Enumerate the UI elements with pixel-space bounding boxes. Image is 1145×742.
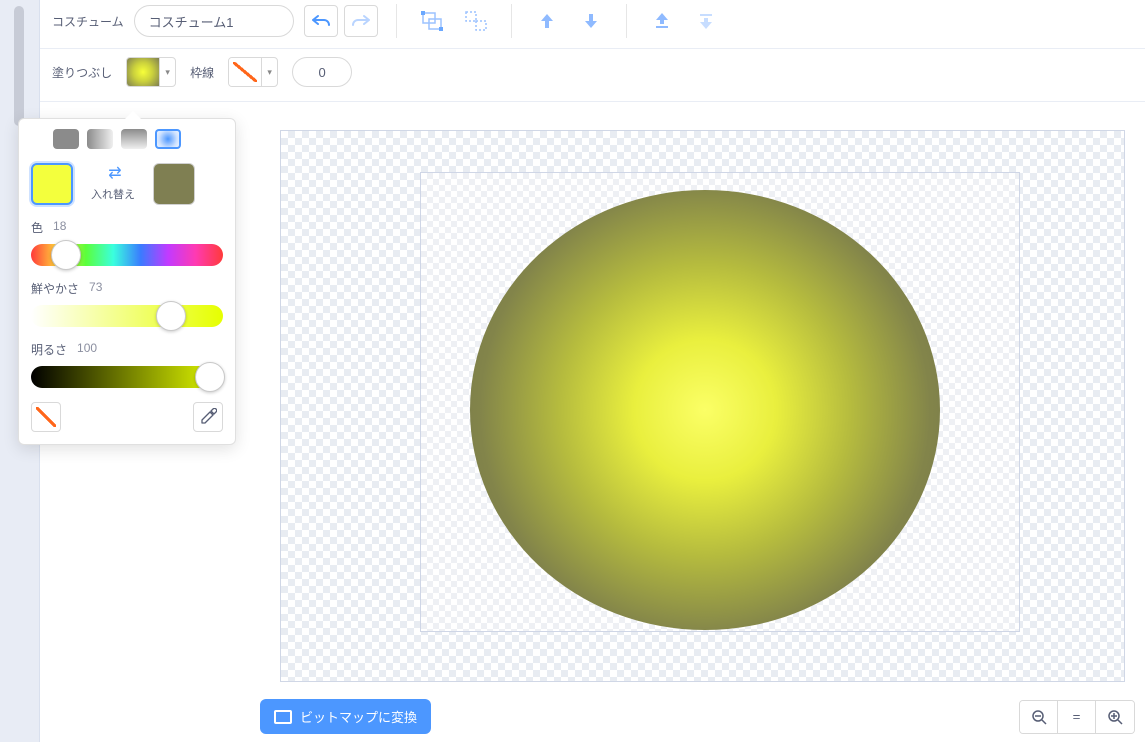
eyedropper-icon bbox=[199, 408, 217, 426]
divider bbox=[626, 4, 627, 38]
fill-mode-radial[interactable] bbox=[155, 129, 181, 149]
back-button[interactable] bbox=[689, 5, 723, 37]
redo-icon bbox=[352, 14, 370, 28]
fill-outline-row: 塗りつぶし ▾ 枠線 ▾ bbox=[40, 49, 1145, 102]
zoom-controls: = bbox=[1019, 700, 1135, 734]
swap-colors-button[interactable]: ⇄ 入れ替え bbox=[91, 166, 135, 202]
undo-button[interactable] bbox=[304, 5, 338, 37]
swap-icon: ⇄ bbox=[108, 166, 117, 182]
to-back-icon bbox=[698, 12, 714, 30]
equals-icon: = bbox=[1073, 709, 1081, 724]
saturation-slider[interactable] bbox=[31, 305, 223, 327]
stroke-width-input[interactable] bbox=[292, 57, 352, 87]
picker-footer bbox=[31, 402, 223, 432]
fill-label: 塗りつぶし bbox=[52, 64, 112, 81]
saturation-slider-block: 鮮やかさ 73 bbox=[31, 280, 223, 327]
redo-button[interactable] bbox=[344, 5, 378, 37]
ungroup-icon bbox=[465, 11, 487, 31]
hue-slider[interactable] bbox=[31, 244, 223, 266]
ungroup-button[interactable] bbox=[459, 5, 493, 37]
brightness-thumb[interactable] bbox=[195, 362, 225, 392]
fill-mode-horizontal[interactable] bbox=[87, 129, 113, 149]
hue-label: 色 bbox=[31, 219, 43, 236]
fill-color-button[interactable]: ▾ bbox=[126, 57, 176, 87]
outline-swatch bbox=[229, 58, 261, 86]
paint-toolbar: コスチューム bbox=[40, 0, 1145, 49]
gradient-color-b[interactable] bbox=[153, 163, 195, 205]
divider bbox=[511, 4, 512, 38]
divider bbox=[396, 4, 397, 38]
to-front-icon bbox=[654, 12, 670, 30]
canvas-footer: ビットマップに変換 = bbox=[260, 699, 1135, 734]
swap-label: 入れ替え bbox=[91, 186, 135, 202]
color-picker-popover: ⇄ 入れ替え 色 18 鮮やかさ 73 明るさ 100 bbox=[18, 118, 236, 445]
brightness-label: 明るさ bbox=[31, 341, 67, 358]
brightness-slider-block: 明るさ 100 bbox=[31, 341, 223, 388]
backward-button[interactable] bbox=[574, 5, 608, 37]
chevron-down-icon: ▾ bbox=[261, 58, 277, 86]
arrow-down-icon bbox=[584, 12, 598, 30]
gradient-mode-row bbox=[31, 129, 223, 149]
brightness-value: 100 bbox=[77, 341, 97, 358]
convert-bitmap-button[interactable]: ビットマップに変換 bbox=[260, 699, 431, 734]
convert-label: ビットマップに変換 bbox=[300, 707, 417, 726]
zoom-reset-button[interactable]: = bbox=[1058, 701, 1096, 733]
hue-thumb[interactable] bbox=[51, 240, 81, 270]
scrollbar[interactable] bbox=[14, 6, 24, 126]
outline-label: 枠線 bbox=[190, 64, 214, 81]
zoom-in-button[interactable] bbox=[1096, 701, 1134, 733]
saturation-thumb[interactable] bbox=[156, 301, 186, 331]
costume-label: コスチューム bbox=[52, 13, 124, 30]
no-color-button[interactable] bbox=[31, 402, 61, 432]
saturation-value: 73 bbox=[89, 280, 102, 297]
forward-button[interactable] bbox=[530, 5, 564, 37]
front-button[interactable] bbox=[645, 5, 679, 37]
drawn-circle[interactable] bbox=[470, 190, 940, 630]
gradient-color-a[interactable] bbox=[31, 163, 73, 205]
fill-mode-solid[interactable] bbox=[53, 129, 79, 149]
costume-name-input[interactable] bbox=[134, 5, 294, 37]
saturation-label: 鮮やかさ bbox=[31, 280, 79, 297]
eyedropper-button[interactable] bbox=[193, 402, 223, 432]
group-button[interactable] bbox=[415, 5, 449, 37]
fill-swatch bbox=[127, 58, 159, 86]
undo-icon bbox=[312, 14, 330, 28]
hue-slider-block: 色 18 bbox=[31, 219, 223, 266]
fill-mode-vertical[interactable] bbox=[121, 129, 147, 149]
image-icon bbox=[274, 710, 292, 724]
group-icon bbox=[421, 11, 443, 31]
gradient-colors-row: ⇄ 入れ替え bbox=[31, 163, 223, 205]
arrow-up-icon bbox=[540, 12, 554, 30]
chevron-down-icon: ▾ bbox=[159, 58, 175, 86]
brightness-slider[interactable] bbox=[31, 366, 223, 388]
outline-color-button[interactable]: ▾ bbox=[228, 57, 278, 87]
zoom-in-icon bbox=[1107, 709, 1123, 725]
zoom-out-button[interactable] bbox=[1020, 701, 1058, 733]
zoom-out-icon bbox=[1031, 709, 1047, 725]
hue-value: 18 bbox=[53, 219, 66, 236]
no-color-icon bbox=[36, 407, 56, 427]
